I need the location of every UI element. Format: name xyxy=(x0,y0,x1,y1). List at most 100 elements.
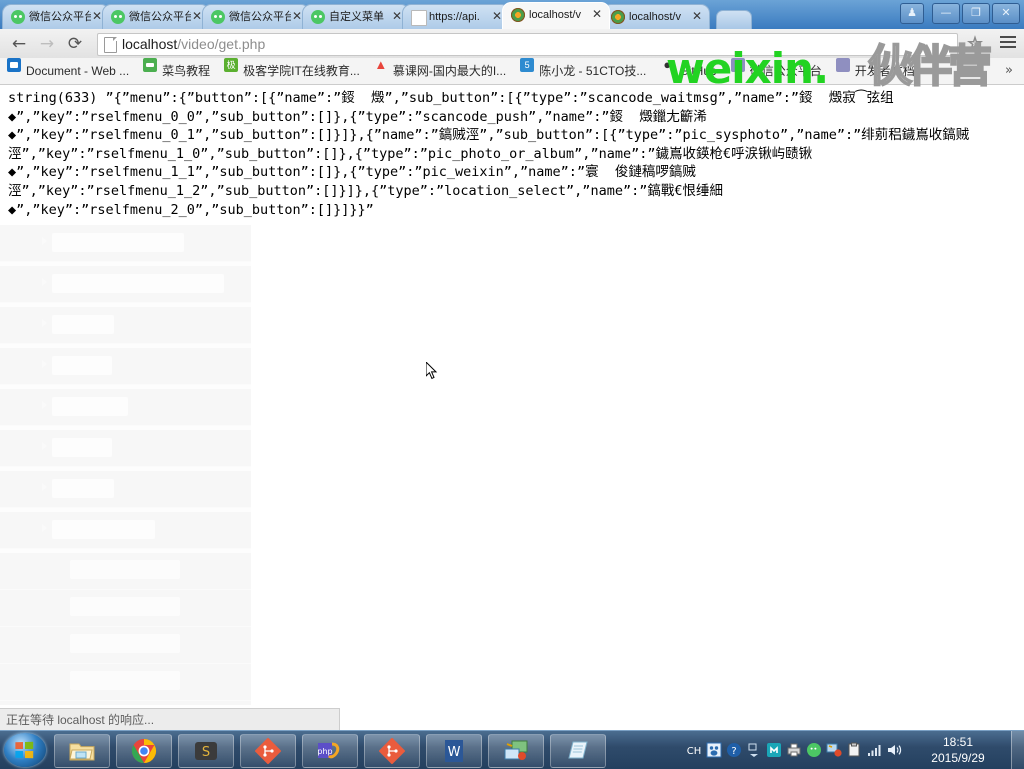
baidu-icon[interactable] xyxy=(706,742,722,758)
bookmark-star-icon[interactable]: ☆ xyxy=(966,35,984,54)
taskbar-button-sourcetree-2[interactable] xyxy=(364,734,420,768)
cto51-icon: 5 xyxy=(520,58,535,72)
word-icon: W xyxy=(441,738,467,764)
ghost-row xyxy=(0,307,251,344)
ghost-label xyxy=(52,520,155,539)
browser-tab[interactable]: 自定义菜单 ✕ xyxy=(302,4,410,29)
ghost-row xyxy=(0,471,251,508)
browser-tab[interactable]: 微信公众平台 ✕ xyxy=(2,4,110,29)
taskbar-button-word[interactable]: W xyxy=(426,734,482,768)
bookmark-label: 陈小龙 - 51CTO技... xyxy=(539,64,647,78)
start-button[interactable] xyxy=(4,733,46,767)
close-button[interactable]: ✕ xyxy=(992,3,1020,24)
jikexueyuan-icon: 极 xyxy=(224,58,239,72)
bookmark-item[interactable]: 极极客学院IT在线教育... xyxy=(217,58,367,84)
bookmark-label: 微信公众平台 xyxy=(749,64,822,78)
bookmark-item[interactable]: 菜鸟教程 xyxy=(136,58,217,84)
ghost-row xyxy=(0,266,251,303)
forward-button[interactable]: → xyxy=(36,33,58,55)
apache-icon xyxy=(511,8,525,22)
ghost-label xyxy=(52,233,184,252)
ghost-label xyxy=(70,671,180,690)
chrome-menu-icon[interactable] xyxy=(1000,36,1016,49)
minimize-button[interactable]: — xyxy=(932,3,960,24)
taskbar-button-sourcetree[interactable] xyxy=(240,734,296,768)
wechat-tray-icon[interactable] xyxy=(806,742,822,758)
clock-date: 2015/9/29 xyxy=(931,751,985,765)
reload-button[interactable]: ⟳ xyxy=(64,33,86,55)
wechat-icon xyxy=(111,10,125,24)
tab-close-icon[interactable]: ✕ xyxy=(691,10,703,22)
volume-icon[interactable] xyxy=(886,742,902,758)
apache-icon xyxy=(611,10,625,24)
clipboard-icon[interactable] xyxy=(846,742,862,758)
bookmark-item[interactable]: ● GitHub xyxy=(653,58,723,84)
taskbar-button-remote-desktop[interactable] xyxy=(488,734,544,768)
browser-tab[interactable]: https://api. ✕ xyxy=(402,4,510,29)
bookmarks-bar: Document - Web ... 菜鸟教程极极客学院IT在线教育... ▲ 慕课网… xyxy=(0,58,1024,85)
dump-line: ◆”,”key”:”rselfmenu_1_1”,”sub_button”:[]… xyxy=(8,164,696,181)
page-info-icon xyxy=(104,37,117,53)
taskbar-clock[interactable]: 18:51 2015/9/29 xyxy=(918,734,998,766)
address-bar[interactable]: localhost/video/get.php xyxy=(97,33,958,56)
tab-title: 微信公众平台 xyxy=(129,11,191,23)
bookmark-item[interactable]: 微信公众平台 xyxy=(724,58,829,84)
ghost-chevron-icon xyxy=(42,442,47,450)
teamviewer-icon[interactable] xyxy=(826,742,842,758)
ime-indicator[interactable]: CH xyxy=(686,742,702,758)
help-icon[interactable]: ? xyxy=(726,742,742,758)
bookmark-label: Document - Web ... xyxy=(26,64,130,78)
dump-line: string(633) ”{”menu”:{”button”:[{”name”:… xyxy=(8,90,894,106)
ghost-label xyxy=(52,315,114,334)
taskbar-button-explorer[interactable] xyxy=(54,734,110,768)
show-desktop-button[interactable] xyxy=(1011,731,1024,769)
back-button[interactable]: ← xyxy=(8,33,30,55)
ghost-label xyxy=(52,479,114,498)
phpstorm-icon: php xyxy=(317,738,343,764)
bookmark-item[interactable]: 开发者文档 xyxy=(829,58,922,84)
show-hidden-icons[interactable] xyxy=(746,742,762,758)
ghost-row xyxy=(0,627,251,664)
app-icon[interactable] xyxy=(766,742,782,758)
browser-tab[interactable]: 微信公众平台 ✕ xyxy=(202,4,310,29)
tab-strip: 微信公众平台 ✕ 微信公众平台 ✕ 微信公众平台 ✕ 自定义菜单 ✕ https://api. ✕… xyxy=(0,0,1024,29)
runoob-icon xyxy=(143,58,158,72)
ghost-row xyxy=(0,512,251,549)
wechat-icon xyxy=(11,10,25,24)
taskbar-button-phpstorm[interactable]: php xyxy=(302,734,358,768)
tab-title: localhost/v xyxy=(629,11,681,23)
taskbar-button-chrome[interactable] xyxy=(116,734,172,768)
ghost-label xyxy=(70,597,180,616)
ghost-row xyxy=(0,430,251,467)
browser-toolbar: ← → ⟳ localhost/video/get.php ☆ xyxy=(0,29,1024,59)
network-icon[interactable] xyxy=(866,742,882,758)
new-tab-button[interactable] xyxy=(716,10,752,29)
docs-icon xyxy=(835,58,850,72)
sublime-icon: S xyxy=(193,738,219,764)
taskbar-button-notepad[interactable] xyxy=(550,734,606,768)
github-icon: ● xyxy=(663,57,672,72)
bookmark-item[interactable]: 5 陈小龙 - 51CTO技... xyxy=(513,58,653,84)
browser-tab[interactable]: localhost/v ✕ xyxy=(602,4,710,29)
address-bar-text: localhost/video/get.php xyxy=(122,35,265,54)
taskbar-button-sublime-text[interactable]: S xyxy=(178,734,234,768)
ghost-chevron-icon xyxy=(42,401,47,409)
tab-title: 自定义菜单 xyxy=(329,11,384,23)
browser-tab[interactable]: localhost/v ✕ xyxy=(502,2,610,29)
status-bubble: 正在等待 localhost 的响应... xyxy=(0,708,340,730)
restore-button[interactable]: ❐ xyxy=(962,3,990,24)
bookmark-item[interactable]: ▲ 慕课网-国内最大的I... xyxy=(367,58,513,84)
printer-icon[interactable] xyxy=(786,742,802,758)
bookmarks-overflow-icon[interactable]: » xyxy=(1000,58,1018,84)
dump-line: ◆”,”key”:”rselfmenu_0_1”,”sub_button”:[]… xyxy=(8,127,970,144)
wechat-icon xyxy=(311,10,325,24)
bookmark-item[interactable]: Document - Web ... xyxy=(0,58,136,84)
dump-line: ◆”,”key”:”rselfmenu_0_0”,”sub_button”:[]… xyxy=(8,108,707,125)
ghost-label xyxy=(70,634,180,653)
tab-title: https://api. xyxy=(429,11,480,23)
tab-list: 微信公众平台 ✕ 微信公众平台 ✕ 微信公众平台 ✕ 自定义菜单 ✕ https://api. ✕… xyxy=(2,2,752,29)
browser-tab[interactable]: 微信公众平台 ✕ xyxy=(102,4,210,29)
ghost-chevron-icon xyxy=(42,278,47,286)
user-avatar-button[interactable]: ♟ xyxy=(900,3,924,24)
tab-close-icon[interactable]: ✕ xyxy=(591,8,603,20)
